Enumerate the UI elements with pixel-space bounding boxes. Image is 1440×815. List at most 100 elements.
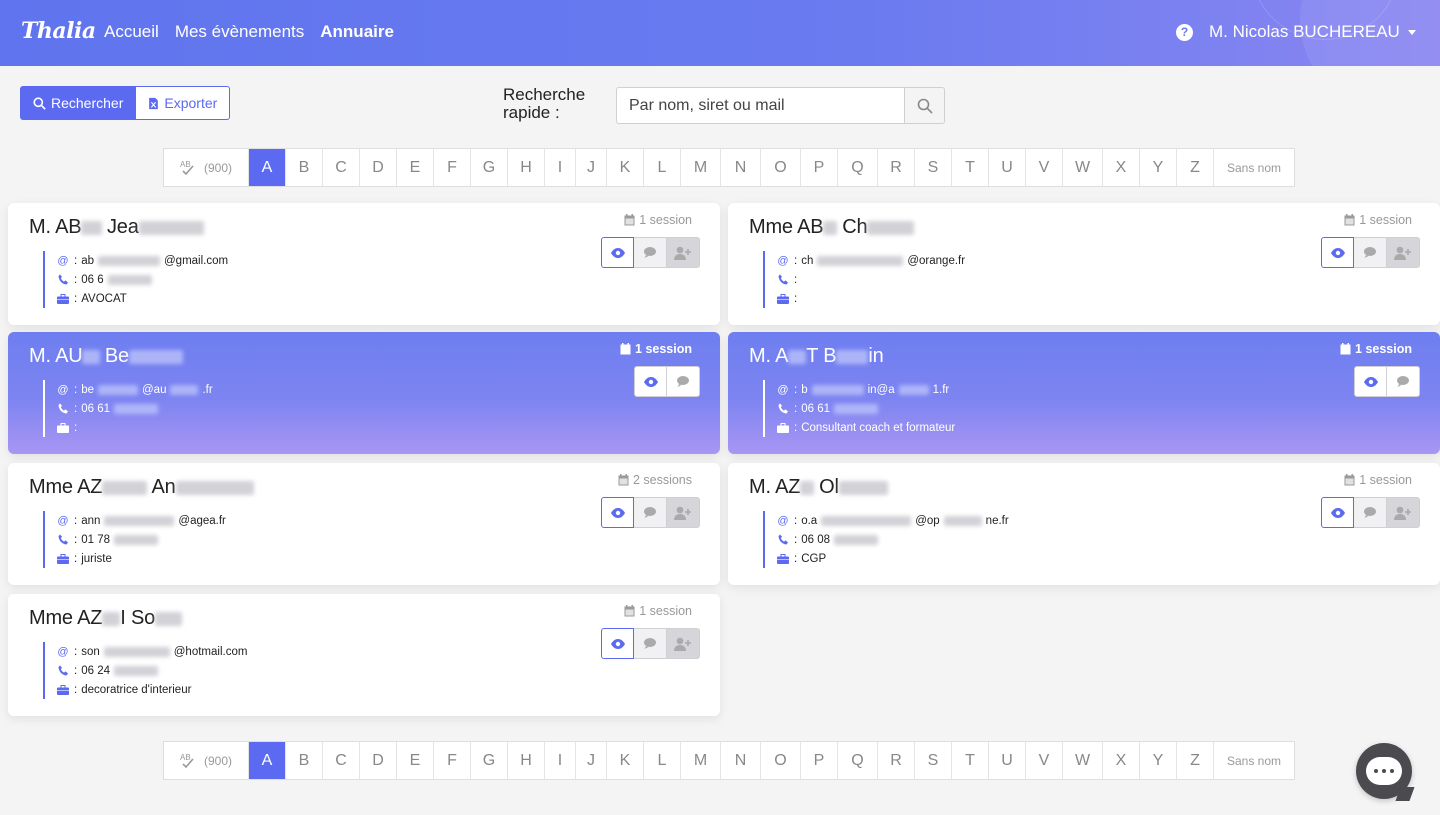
alpha-top-letter-e[interactable]: E (397, 149, 434, 186)
contact-card[interactable]: M. AT Bin 1 session @: b in@a 1.fr :06 61 :… (728, 332, 1440, 454)
chat-widget-button[interactable] (1356, 743, 1415, 801)
alpha-bottom-letter-s[interactable]: S (915, 742, 952, 779)
message-button[interactable] (667, 366, 700, 397)
alpha-top-letter-g[interactable]: G (471, 149, 508, 186)
contact-card[interactable]: Mme AZ An 2 sessions @: ann @agea.fr :01 7… (8, 463, 720, 585)
logo[interactable]: Thalia (21, 18, 96, 44)
quick-search-button[interactable] (904, 87, 945, 124)
contact-card[interactable]: M. AU Be 1 session @: be @au .fr :06 61 : (8, 332, 720, 454)
alpha-top-letter-y[interactable]: Y (1140, 149, 1177, 186)
alpha-bottom-letter-e[interactable]: E (397, 742, 434, 779)
contact-card[interactable]: M. AB Jea 1 session @: ab @gmail.com :06 6… (8, 203, 720, 325)
alpha-bottom-letter-b[interactable]: B (286, 742, 323, 779)
alpha-bottom-letter-h[interactable]: H (508, 742, 545, 779)
nav-mes-evenements[interactable]: Mes évènements (175, 22, 304, 42)
message-button[interactable] (1354, 237, 1387, 268)
user-menu[interactable]: M. Nicolas BUCHEREAU (1209, 22, 1416, 42)
eye-icon (1363, 376, 1378, 387)
alpha-top-letter-h[interactable]: H (508, 149, 545, 186)
alpha-top-letter-d[interactable]: D (360, 149, 397, 186)
contact-email: @: ab @gmail.com (57, 254, 229, 267)
message-button[interactable] (1387, 366, 1420, 397)
view-button[interactable] (1321, 237, 1354, 268)
alpha-top-letter-o[interactable]: O (761, 149, 801, 186)
message-button[interactable] (634, 628, 667, 659)
view-button[interactable] (601, 497, 634, 528)
alpha-top-letter-f[interactable]: F (434, 149, 471, 186)
message-button[interactable] (634, 497, 667, 528)
search-button[interactable]: Rechercher (20, 86, 137, 120)
add-contact-button[interactable] (667, 237, 700, 268)
contact-job: : juriste (56, 549, 226, 568)
alpha-top-all-letters[interactable]: AB (900) (164, 149, 249, 186)
contact-card[interactable]: Mme AB Ch 1 session @: ch @orange.fr : : (728, 203, 1440, 325)
alpha-top-letter-i[interactable]: I (545, 149, 576, 186)
alpha-bottom-letter-d[interactable]: D (360, 742, 397, 779)
alpha-bottom-letter-g[interactable]: G (471, 742, 508, 779)
alpha-top-letter-p[interactable]: P (801, 149, 838, 186)
alpha-bottom-all-letters[interactable]: AB (900) (164, 742, 249, 779)
view-button[interactable] (1354, 366, 1387, 397)
alpha-top-letter-x[interactable]: X (1103, 149, 1140, 186)
view-button[interactable] (1321, 497, 1354, 528)
view-button[interactable] (601, 628, 634, 659)
alpha-bottom-letter-j[interactable]: J (576, 742, 607, 779)
export-button[interactable]: Exporter (136, 86, 231, 120)
contact-card[interactable]: M. AZ Ol 1 session @: o.a @op ne.fr :06 08 … (728, 463, 1440, 585)
card-actions (601, 628, 700, 659)
add-contact-button[interactable] (1387, 497, 1420, 528)
add-contact-button[interactable] (667, 497, 700, 528)
alpha-bottom-letter-y[interactable]: Y (1140, 742, 1177, 779)
message-button[interactable] (1354, 497, 1387, 528)
alpha-top-letter-m[interactable]: M (681, 149, 721, 186)
alpha-top-letter-w[interactable]: W (1063, 149, 1103, 186)
alpha-top-letter-q[interactable]: Q (838, 149, 878, 186)
help-icon[interactable]: ? (1176, 24, 1193, 41)
alpha-top-letter-l[interactable]: L (644, 149, 681, 186)
session-count: 2 sessions (618, 473, 692, 487)
alpha-bottom-letter-c[interactable]: C (323, 742, 360, 779)
alpha-top-letter-j[interactable]: J (576, 149, 607, 186)
alpha-top-letter-r[interactable]: R (878, 149, 915, 186)
alpha-bottom-letter-n[interactable]: N (721, 742, 761, 779)
nav-accueil[interactable]: Accueil (104, 22, 159, 42)
alpha-bottom-letter-q[interactable]: Q (838, 742, 878, 779)
alpha-top-letter-c[interactable]: C (323, 149, 360, 186)
alpha-bottom-letter-f[interactable]: F (434, 742, 471, 779)
contact-card[interactable]: Mme AZ I So 1 session @: son @hotmail.com :… (8, 594, 720, 716)
alpha-bottom-letter-a[interactable]: A (249, 742, 286, 779)
view-button[interactable] (634, 366, 667, 397)
nav-annuaire[interactable]: Annuaire (320, 22, 394, 42)
alpha-bottom-letter-m[interactable]: M (681, 742, 721, 779)
card-actions (634, 366, 700, 397)
alpha-bottom-letter-p[interactable]: P (801, 742, 838, 779)
alpha-top-letter-k[interactable]: K (607, 149, 644, 186)
alpha-top-letter-u[interactable]: U (989, 149, 1026, 186)
alpha-top-letter-t[interactable]: T (952, 149, 989, 186)
message-button[interactable] (634, 237, 667, 268)
alpha-bottom-letter-u[interactable]: U (989, 742, 1026, 779)
alpha-bottom-letter-w[interactable]: W (1063, 742, 1103, 779)
alpha-bottom-letter-v[interactable]: V (1026, 742, 1063, 779)
alpha-top-letter-s[interactable]: S (915, 149, 952, 186)
alpha-top-letter-b[interactable]: B (286, 149, 323, 186)
add-contact-button[interactable] (1387, 237, 1420, 268)
alpha-bottom-letter-o[interactable]: O (761, 742, 801, 779)
alpha-bottom-no-name[interactable]: Sans nom (1214, 742, 1294, 779)
alpha-bottom-letter-r[interactable]: R (878, 742, 915, 779)
alpha-bottom-letter-i[interactable]: I (545, 742, 576, 779)
alpha-top-letter-n[interactable]: N (721, 149, 761, 186)
alpha-top-letter-v[interactable]: V (1026, 149, 1063, 186)
view-button[interactable] (601, 237, 634, 268)
alpha-bottom-letter-l[interactable]: L (644, 742, 681, 779)
alpha-top-letter-z[interactable]: Z (1177, 149, 1214, 186)
alpha-top-no-name[interactable]: Sans nom (1214, 149, 1294, 186)
add-contact-button[interactable] (667, 628, 700, 659)
quick-search-input[interactable] (616, 87, 904, 124)
alpha-bottom-letter-t[interactable]: T (952, 742, 989, 779)
alpha-bottom-letter-k[interactable]: K (607, 742, 644, 779)
alpha-top-letter-a[interactable]: A (249, 149, 286, 186)
alpha-bottom-letter-z[interactable]: Z (1177, 742, 1214, 779)
alpha-bottom-letter-x[interactable]: X (1103, 742, 1140, 779)
contact-info: @: ann @agea.fr :01 78 : juriste (43, 511, 226, 568)
